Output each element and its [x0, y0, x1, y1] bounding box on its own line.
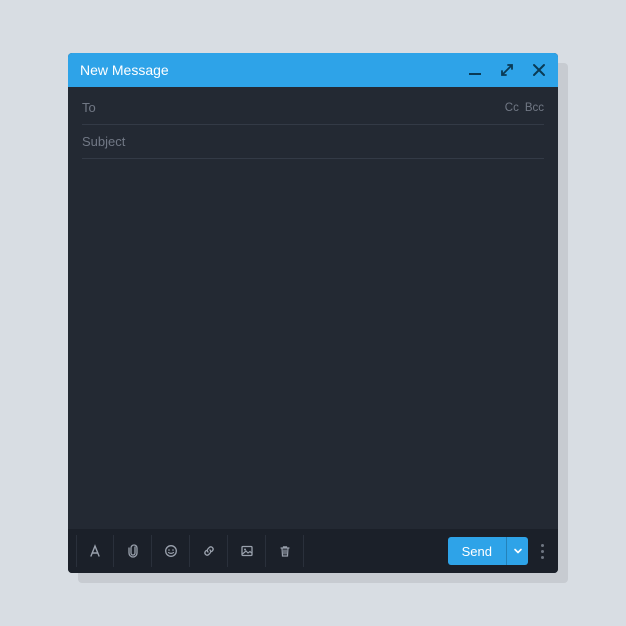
window-title: New Message	[80, 62, 468, 78]
send-button[interactable]: Send	[448, 537, 528, 565]
minimize-icon[interactable]	[468, 63, 482, 77]
format-text-icon[interactable]	[76, 535, 114, 567]
body-textarea[interactable]	[82, 169, 544, 519]
to-label: To	[82, 100, 96, 115]
to-input[interactable]	[106, 100, 505, 115]
send-button-label: Send	[448, 537, 506, 565]
bcc-link[interactable]: Bcc	[525, 102, 544, 114]
window-controls	[468, 63, 546, 77]
subject-label: Subject	[82, 134, 125, 149]
close-icon[interactable]	[532, 63, 546, 77]
message-body	[68, 159, 558, 529]
cc-bcc-group: Cc Bcc	[505, 102, 544, 114]
subject-field-row: Subject	[82, 125, 544, 159]
image-icon[interactable]	[228, 535, 266, 567]
titlebar: New Message	[68, 53, 558, 87]
header-fields: To Cc Bcc Subject	[68, 87, 558, 159]
expand-icon[interactable]	[500, 63, 514, 77]
trash-icon[interactable]	[266, 535, 304, 567]
more-icon[interactable]	[534, 544, 550, 559]
compose-window: New Message To Cc Bcc Subject	[68, 53, 558, 573]
link-icon[interactable]	[190, 535, 228, 567]
send-options-icon[interactable]	[506, 537, 528, 565]
subject-input[interactable]	[135, 134, 544, 149]
cc-link[interactable]: Cc	[505, 102, 519, 114]
to-field-row: To Cc Bcc	[82, 91, 544, 125]
emoji-icon[interactable]	[152, 535, 190, 567]
attach-icon[interactable]	[114, 535, 152, 567]
compose-toolbar: Send	[68, 529, 558, 573]
